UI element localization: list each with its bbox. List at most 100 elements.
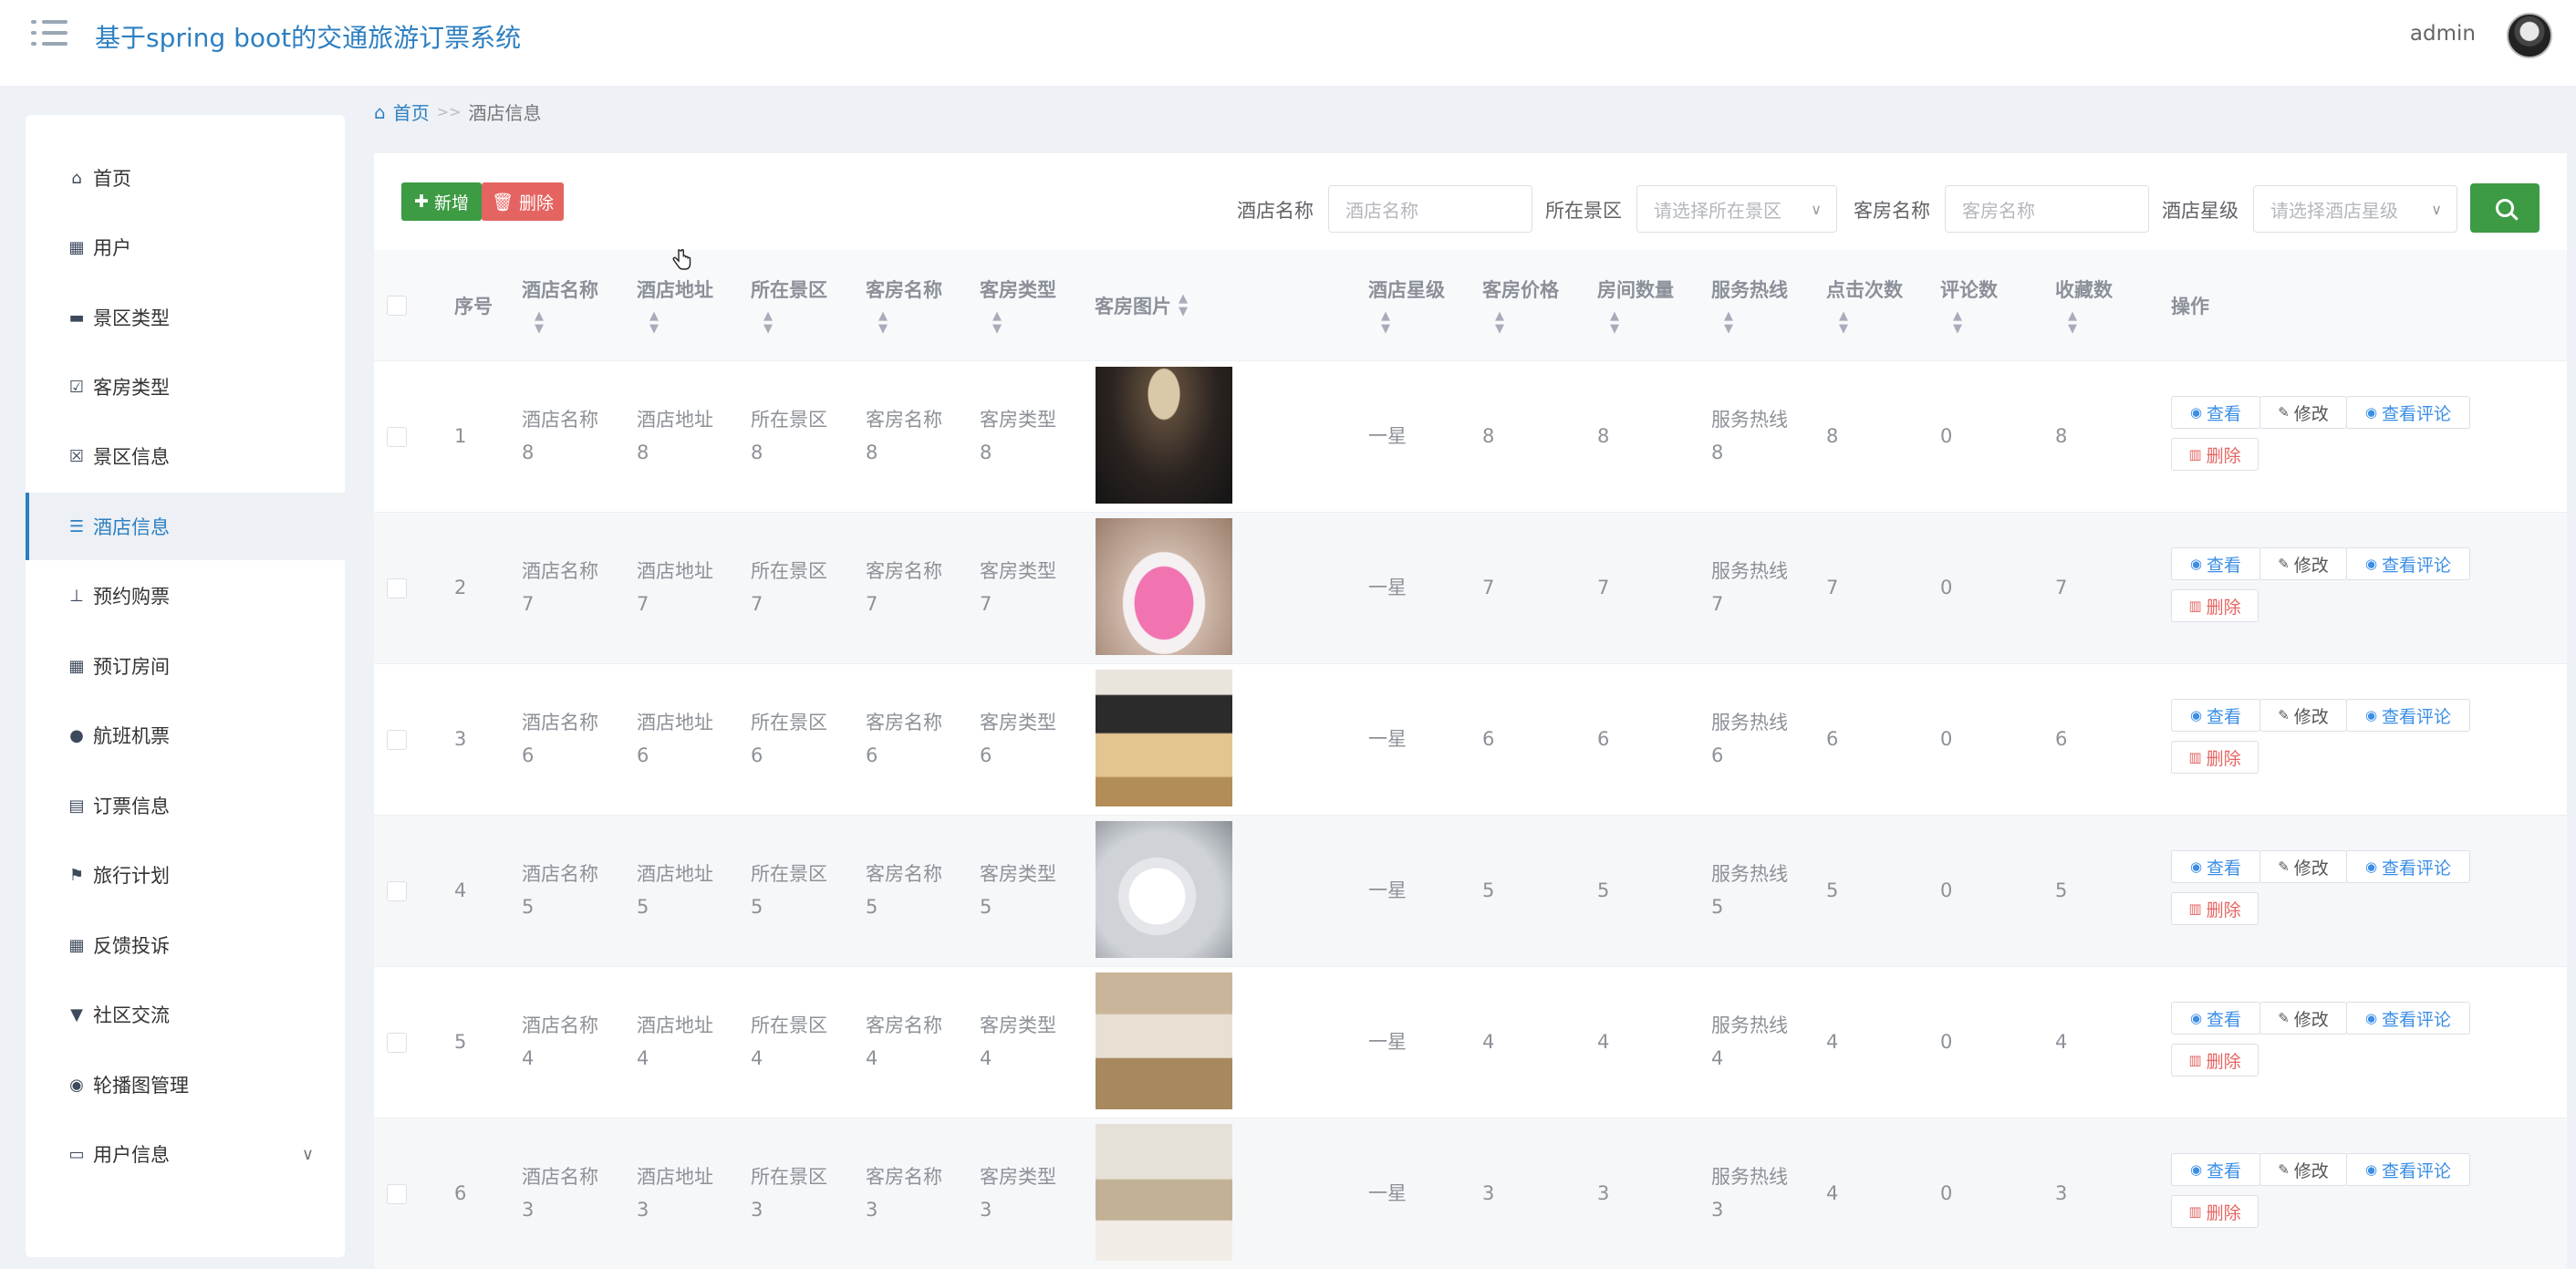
- cell-room-count: 8: [1597, 425, 1610, 447]
- delete-button[interactable]: ▥ 删除: [2171, 1195, 2259, 1228]
- room-name-label: 客房名称: [1854, 200, 1930, 222]
- edit-button[interactable]: ✎ 修改: [2259, 396, 2347, 429]
- top-header: 基于spring boot的交通旅游订票系统 admin: [0, 0, 2576, 86]
- row-checkbox[interactable]: [387, 427, 407, 447]
- col-room-type[interactable]: 客房类型 ▲ ▼: [980, 250, 1056, 361]
- view-reviews-button[interactable]: ◉ 查看评论: [2346, 1153, 2470, 1186]
- cell-hotel-name: 酒店名称 4: [522, 1014, 598, 1069]
- col-room-image[interactable]: 客房图片 ▲ ▼: [1095, 250, 1188, 361]
- col-reviews[interactable]: 评论数 ▲ ▼: [1940, 250, 1998, 361]
- edit-button[interactable]: ✎ 修改: [2259, 1002, 2347, 1035]
- sidebar-item-hotel-info[interactable]: ☰ 酒店信息: [26, 493, 345, 560]
- col-hotel-name[interactable]: 酒店名称 ▲ ▼: [522, 250, 598, 361]
- scenic-area-select[interactable]: 请选择所在景区 ∨: [1636, 185, 1837, 233]
- cell-hotel-star: 一星: [1368, 879, 1407, 901]
- cell-hotel-name: 酒店名称 6: [522, 712, 598, 766]
- room-image[interactable]: [1096, 821, 1232, 958]
- row-checkbox[interactable]: [387, 1033, 407, 1053]
- view-reviews-button[interactable]: ◉ 查看评论: [2346, 396, 2470, 429]
- sidebar-item-flight-tickets[interactable]: ● 航班机票: [26, 702, 345, 769]
- sidebar-item-feedback[interactable]: ▦ 反馈投诉: [26, 911, 345, 979]
- row-checkbox[interactable]: [387, 578, 407, 598]
- delete-button[interactable]: ▥ 删除: [2171, 1044, 2259, 1077]
- col-favorites[interactable]: 收藏数 ▲ ▼: [2055, 250, 2113, 361]
- col-room-name[interactable]: 客房名称 ▲ ▼: [866, 250, 942, 361]
- delete-button[interactable]: ▥ 删除: [2171, 741, 2259, 774]
- cell-clicks: 7: [1826, 577, 1839, 598]
- user-name[interactable]: admin: [2410, 22, 2476, 46]
- view-button[interactable]: ◉ 查看: [2171, 850, 2260, 883]
- eye-icon: ◉: [2364, 858, 2378, 875]
- cell-scenic-area: 所在景区 7: [751, 560, 827, 615]
- col-room-price[interactable]: 客房价格 ▲ ▼: [1482, 250, 1559, 361]
- room-image[interactable]: [1096, 670, 1232, 806]
- cell-favorites: 6: [2055, 728, 2068, 750]
- trash-icon: ▥: [2188, 598, 2202, 614]
- edit-button[interactable]: ✎ 修改: [2259, 850, 2347, 883]
- sidebar-item-users[interactable]: ▦ 用户: [26, 213, 345, 281]
- avatar[interactable]: [2507, 13, 2552, 58]
- sort-icon: ▲ ▼: [1724, 309, 1733, 336]
- row-checkbox[interactable]: [387, 1184, 407, 1204]
- sidebar: ⌂ 首页 ▦ 用户 ▬ 景区类型 ☑ 客房类型 ☒ 景区信息 ☰ 酒店信息 ⊥ …: [26, 115, 345, 1257]
- sort-icon: ▲ ▼: [535, 309, 544, 336]
- sidebar-item-room-booking[interactable]: ▦ 预订房间: [26, 632, 345, 700]
- cell-room-name: 客房名称 3: [866, 1166, 942, 1221]
- room-image[interactable]: [1096, 518, 1232, 655]
- view-reviews-button[interactable]: ◉ 查看评论: [2346, 850, 2470, 883]
- view-button[interactable]: ◉ 查看: [2171, 1002, 2260, 1035]
- col-clicks[interactable]: 点击次数 ▲ ▼: [1826, 250, 1903, 361]
- sidebar-item-community[interactable]: ▼ 社区交流: [26, 981, 345, 1048]
- view-reviews-button[interactable]: ◉ 查看评论: [2346, 699, 2470, 732]
- menu-toggle-icon[interactable]: [31, 20, 68, 49]
- cell-reviews: 0: [1940, 425, 1953, 447]
- delete-button[interactable]: ▥ 删除: [2171, 892, 2259, 925]
- search-button[interactable]: [2470, 183, 2540, 233]
- row-checkbox[interactable]: [387, 730, 407, 750]
- sidebar-item-order-info[interactable]: ▤ 订票信息: [26, 772, 345, 839]
- sidebar-item-ticket-booking[interactable]: ⊥ 预约购票: [26, 562, 345, 629]
- edit-button[interactable]: ✎ 修改: [2259, 1153, 2347, 1186]
- grid-icon: ▦: [68, 237, 85, 257]
- view-button[interactable]: ◉ 查看: [2171, 547, 2260, 580]
- delete-button[interactable]: ▥ 删除: [2171, 589, 2259, 622]
- select-all-checkbox[interactable]: [387, 296, 407, 316]
- sidebar-item-carousel[interactable]: ◉ 轮播图管理: [26, 1051, 345, 1118]
- breadcrumb-home[interactable]: 首页: [393, 99, 430, 125]
- view-reviews-button[interactable]: ◉ 查看评论: [2346, 1002, 2470, 1035]
- view-button[interactable]: ◉ 查看: [2171, 1153, 2260, 1186]
- sidebar-item-travel-plan[interactable]: ⚑ 旅行计划: [26, 841, 345, 909]
- sidebar-item-home[interactable]: ⌂ 首页: [26, 144, 345, 212]
- delete-button[interactable]: ▥ 删除: [2171, 438, 2259, 471]
- cell-room-name: 客房名称 6: [866, 712, 942, 766]
- col-room-count[interactable]: 房间数量 ▲ ▼: [1597, 250, 1674, 361]
- cell-hotel-address: 酒店地址 8: [637, 409, 713, 463]
- edit-button[interactable]: ✎ 修改: [2259, 547, 2347, 580]
- room-name-input[interactable]: 客房名称: [1945, 185, 2149, 233]
- row-checkbox[interactable]: [387, 881, 407, 901]
- cell-room-name: 客房名称 7: [866, 560, 942, 615]
- sidebar-item-room-type[interactable]: ☑ 客房类型: [26, 353, 345, 421]
- cell-room-type: 客房类型 6: [980, 712, 1056, 766]
- hotel-name-input[interactable]: 酒店名称: [1328, 185, 1532, 233]
- col-scenic-area[interactable]: 所在景区 ▲ ▼: [751, 250, 827, 361]
- view-button[interactable]: ◉ 查看: [2171, 396, 2260, 429]
- cell-room-price: 6: [1482, 728, 1495, 750]
- sidebar-item-scenic-info[interactable]: ☒ 景区信息: [26, 422, 345, 490]
- eye-icon: ◉: [2364, 404, 2378, 421]
- sidebar-item-scenic-type[interactable]: ▬ 景区类型: [26, 284, 345, 351]
- room-image[interactable]: [1096, 1124, 1232, 1261]
- col-service-hotline[interactable]: 服务热线 ▲ ▼: [1711, 250, 1788, 361]
- cell-scenic-area: 所在景区 6: [751, 712, 827, 766]
- sort-icon: ▲ ▼: [1179, 292, 1188, 318]
- sidebar-item-user-info[interactable]: ▭ 用户信息 ∨: [26, 1120, 345, 1188]
- view-reviews-button[interactable]: ◉ 查看评论: [2346, 547, 2470, 580]
- room-image[interactable]: [1096, 367, 1232, 504]
- col-hotel-star[interactable]: 酒店星级 ▲ ▼: [1368, 250, 1445, 361]
- view-button[interactable]: ◉ 查看: [2171, 699, 2260, 732]
- edit-button[interactable]: ✎ 修改: [2259, 699, 2347, 732]
- cell-service-hotline: 服务热线 5: [1711, 863, 1788, 918]
- hotel-star-select[interactable]: 请选择酒店星级 ∨: [2253, 185, 2457, 233]
- home-icon[interactable]: ⌂: [374, 101, 386, 123]
- room-image[interactable]: [1096, 973, 1232, 1109]
